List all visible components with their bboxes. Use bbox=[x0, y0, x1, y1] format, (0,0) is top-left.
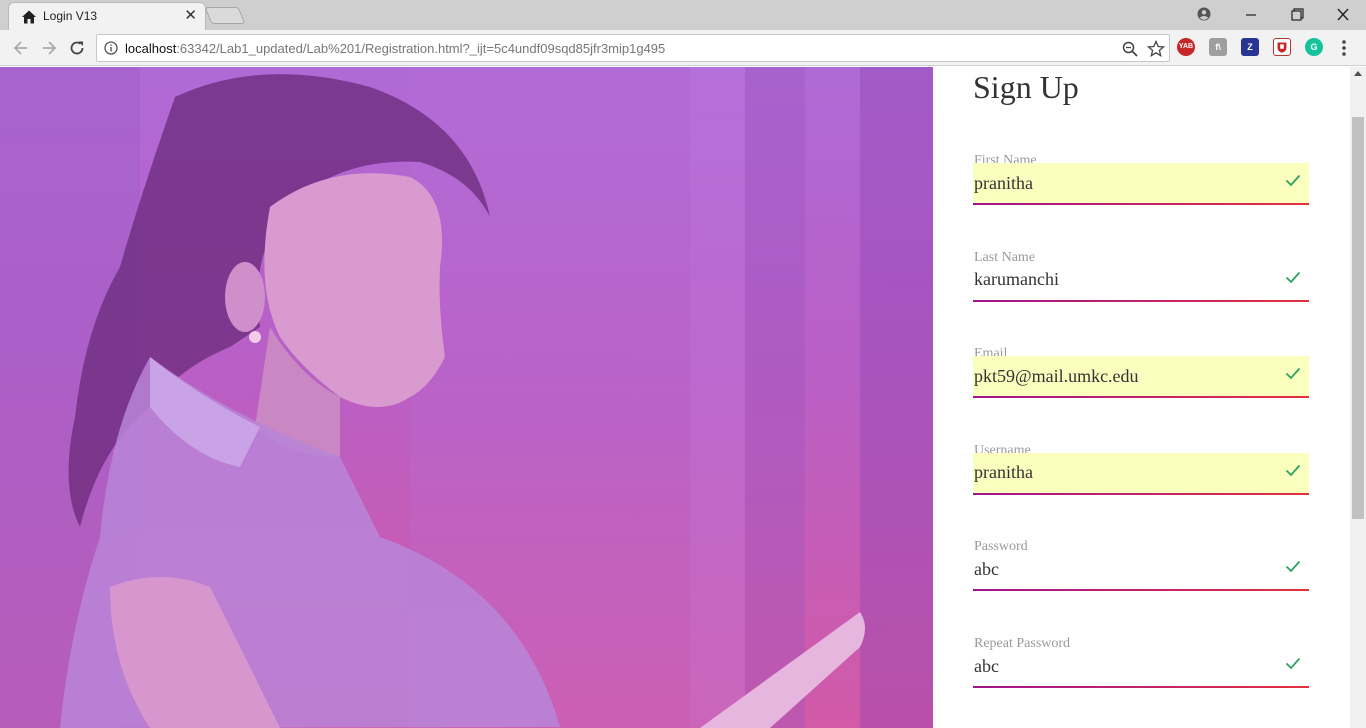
z-extension-icon[interactable]: Z bbox=[1241, 38, 1259, 56]
browser-toolbar: localhost:63342/Lab1_updated/Lab%201/Reg… bbox=[0, 30, 1366, 66]
repeat-password-field: Repeat Password bbox=[973, 636, 1309, 716]
repeat-password-input[interactable] bbox=[973, 646, 1309, 686]
close-tab-icon[interactable]: ✕ bbox=[184, 7, 197, 25]
bookmark-star-icon[interactable] bbox=[1147, 40, 1165, 58]
tab-title: Login V13 bbox=[43, 9, 98, 23]
tab-strip: Login V13 ✕ bbox=[0, 0, 1366, 30]
browser-tab[interactable]: Login V13 ✕ bbox=[8, 2, 206, 30]
back-arrow-icon[interactable] bbox=[11, 38, 31, 58]
email-input[interactable] bbox=[973, 356, 1309, 397]
signup-form: Sign Up First Name Last Name Email Username… bbox=[933, 67, 1350, 728]
url-path: :63342/Lab1_updated/Lab%201/Registration… bbox=[176, 41, 666, 56]
first-name-input[interactable] bbox=[973, 163, 1309, 203]
woman-with-tablet-illustration bbox=[0, 67, 933, 728]
f-extension-icon[interactable]: f\ bbox=[1209, 38, 1227, 56]
checkmark-icon bbox=[1285, 271, 1301, 283]
checkmark-icon bbox=[1285, 464, 1301, 477]
page-viewport: Sign Up First Name Last Name Email Username… bbox=[0, 67, 1366, 728]
first-name-underline bbox=[973, 203, 1309, 205]
new-tab-button[interactable] bbox=[204, 7, 246, 24]
email-field: Email bbox=[973, 346, 1309, 426]
email-underline bbox=[973, 396, 1309, 399]
checkmark-icon bbox=[1285, 368, 1301, 380]
last-name-field: Last Name bbox=[973, 250, 1309, 330]
checkmark-icon bbox=[1285, 174, 1301, 187]
form-title: Sign Up bbox=[973, 69, 1079, 105]
scroll-up-arrow-icon[interactable] bbox=[1354, 71, 1362, 76]
username-field: Username bbox=[973, 443, 1309, 523]
yab-extension-icon[interactable]: YAB bbox=[1177, 38, 1195, 56]
info-icon[interactable] bbox=[104, 41, 118, 55]
restore-icon[interactable] bbox=[1286, 6, 1308, 24]
more-menu-icon[interactable] bbox=[1338, 38, 1350, 58]
repeat-password-underline bbox=[973, 686, 1309, 688]
last-name-underline bbox=[973, 299, 1309, 302]
last-name-input[interactable] bbox=[973, 259, 1309, 300]
shield-extension-icon[interactable] bbox=[1273, 38, 1291, 56]
grammarly-icon[interactable]: G bbox=[1305, 38, 1323, 56]
username-input[interactable] bbox=[973, 452, 1309, 493]
password-input[interactable] bbox=[973, 549, 1309, 590]
close-window-icon[interactable] bbox=[1332, 6, 1354, 24]
password-underline bbox=[973, 589, 1309, 592]
username-underline bbox=[973, 492, 1309, 495]
zoom-icon[interactable] bbox=[1121, 40, 1139, 58]
minimize-icon[interactable] bbox=[1240, 6, 1262, 24]
home-icon bbox=[22, 10, 36, 24]
url-text: localhost:63342/Lab1_updated/Lab%201/Reg… bbox=[125, 41, 665, 56]
url-host: localhost bbox=[125, 41, 177, 56]
checkmark-icon bbox=[1285, 657, 1301, 670]
profile-icon[interactable] bbox=[1193, 6, 1215, 24]
reload-icon[interactable] bbox=[67, 38, 87, 58]
scroll-thumb[interactable] bbox=[1352, 117, 1364, 519]
checkmark-icon bbox=[1285, 561, 1301, 573]
first-name-field: First Name bbox=[973, 153, 1309, 233]
hero-image bbox=[0, 67, 933, 728]
address-bar[interactable]: localhost:63342/Lab1_updated/Lab%201/Reg… bbox=[96, 34, 1170, 62]
password-field: Password bbox=[973, 539, 1309, 619]
forward-arrow-icon[interactable] bbox=[39, 38, 59, 58]
page-scrollbar[interactable] bbox=[1350, 67, 1366, 728]
